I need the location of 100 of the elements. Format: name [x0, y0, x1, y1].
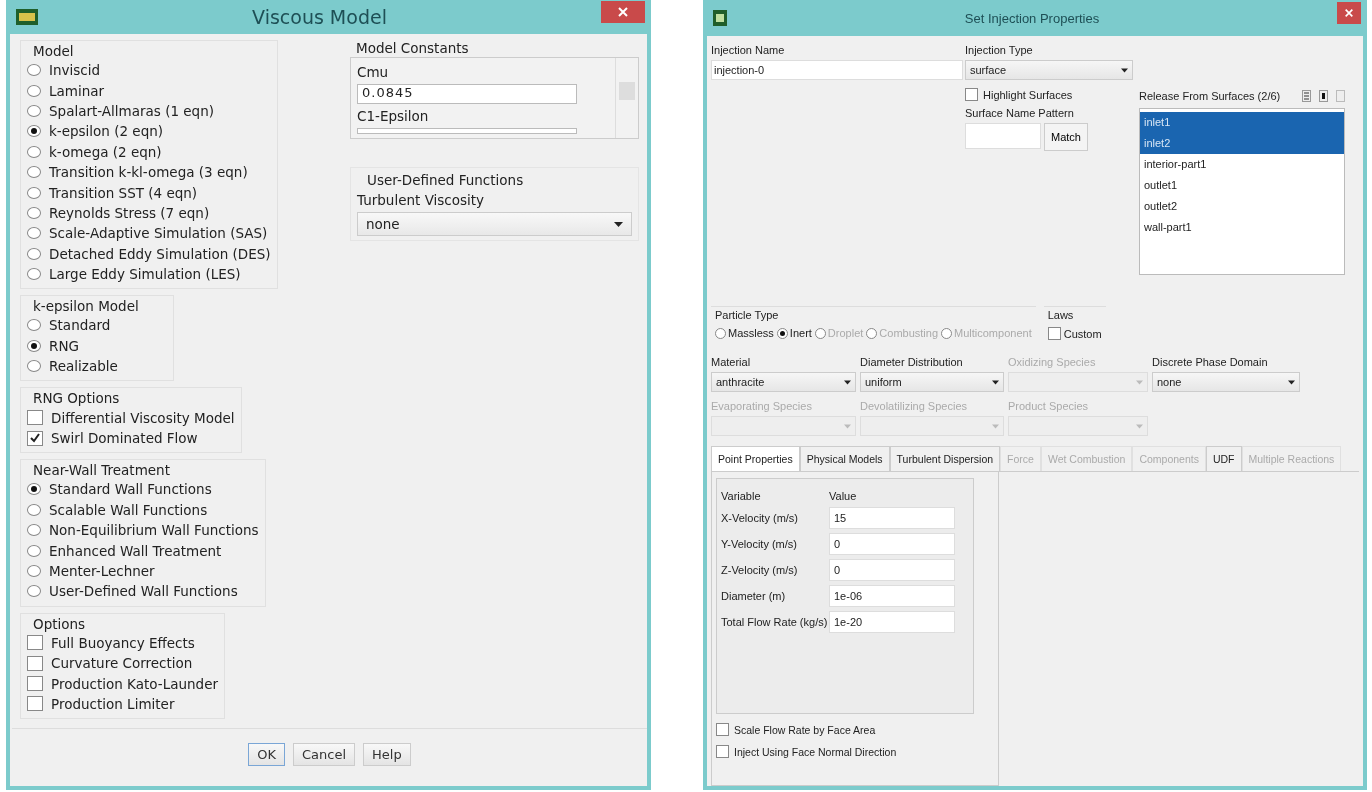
radio-button[interactable]	[27, 524, 41, 537]
option-label: Detached Eddy Simulation (DES)	[49, 245, 271, 262]
input-field[interactable]: 15	[829, 507, 955, 529]
radio-button[interactable]	[27, 227, 41, 240]
caret-icon	[614, 221, 623, 227]
option-label: Production Kato-Launder	[51, 675, 218, 692]
deselect-icon[interactable]	[1319, 90, 1328, 102]
caret-icon	[992, 423, 999, 429]
option-label: Standard Wall Functions	[49, 481, 212, 498]
select-all-icon[interactable]	[1302, 90, 1311, 102]
checkbox[interactable]	[1047, 327, 1061, 340]
dropdown[interactable]: surface	[965, 60, 1133, 80]
column-header: Value	[829, 490, 858, 502]
dropdown[interactable]: none	[357, 212, 632, 236]
input-field[interactable]: 0	[829, 559, 955, 581]
radio-button[interactable]	[27, 565, 41, 577]
option-label: Realizable	[49, 358, 118, 375]
field-label: Discrete Phase Domain	[1152, 356, 1269, 368]
field-label: Injection Type	[965, 44, 1034, 56]
radio-button[interactable]	[27, 166, 41, 179]
group-label: Model	[32, 43, 75, 60]
option-label: k-omega (2 eqn)	[49, 143, 162, 160]
radio-button[interactable]	[27, 145, 41, 158]
radio-button[interactable]	[27, 247, 41, 260]
radio-button[interactable]	[27, 585, 41, 598]
option-label: Multicomponent	[954, 327, 1032, 339]
close-button[interactable]	[601, 1, 645, 23]
checkbox[interactable]	[716, 745, 729, 758]
radio-button[interactable]	[27, 125, 41, 138]
column-header: Variable	[721, 490, 762, 502]
radio-button[interactable]	[27, 483, 41, 496]
input-field[interactable]: 0	[829, 533, 955, 555]
radio-button[interactable]	[776, 327, 788, 339]
option-label: User-Defined Wall Functions	[49, 583, 238, 600]
property-label: Total Flow Rate (kg/s)	[721, 616, 829, 628]
group-label: Particle Type	[715, 309, 780, 321]
field-label: Turbulent Viscosity	[357, 191, 486, 210]
checkbox[interactable]	[27, 676, 43, 692]
list-item[interactable]: interior-part1	[1140, 154, 1344, 175]
checkbox[interactable]	[27, 655, 43, 671]
checkbox[interactable]	[965, 88, 978, 101]
radio-button[interactable]	[27, 319, 41, 332]
radio-button[interactable]	[27, 503, 41, 516]
list-item[interactable]: wall-part1	[1140, 217, 1344, 238]
list-item[interactable]: outlet2	[1140, 196, 1344, 217]
radio-button[interactable]	[27, 268, 41, 281]
tab[interactable]: UDF	[1205, 446, 1242, 471]
option-label: Inject Using Face Normal Direction	[734, 745, 897, 758]
radio-button[interactable]	[27, 206, 41, 219]
input-field[interactable]	[965, 123, 1041, 149]
list-item[interactable]: outlet1	[1140, 175, 1344, 196]
checkbox[interactable]	[27, 635, 43, 651]
tab[interactable]: Physical Models	[799, 446, 890, 471]
input-field[interactable]: 0.0845	[357, 84, 577, 104]
option-label: Enhanced Wall Treatment	[49, 542, 222, 559]
app-icon	[713, 10, 727, 26]
option-label: Combusting	[879, 327, 939, 339]
tab[interactable]: Turbulent Dispersion	[889, 446, 1001, 471]
option-label: Menter-Lechner	[49, 563, 155, 579]
radio-button[interactable]	[27, 339, 41, 352]
radio-button[interactable]	[27, 186, 41, 199]
dialog-button[interactable]: Help	[363, 743, 411, 766]
option-label: Highlight Surfaces	[983, 88, 1073, 101]
checkbox[interactable]	[27, 696, 43, 712]
input-field[interactable]: 1e-06	[829, 585, 955, 607]
match-button[interactable]: Match	[1044, 123, 1088, 151]
radio-button[interactable]	[27, 544, 41, 557]
group-label: RNG Options	[32, 390, 121, 408]
close-icon	[1344, 8, 1354, 18]
dropdown[interactable]: uniform	[860, 372, 1004, 392]
option-label: Large Eddy Simulation (LES)	[49, 266, 241, 283]
input-field[interactable]	[357, 128, 577, 134]
checkbox[interactable]	[27, 430, 43, 446]
list-item[interactable]: inlet1	[1140, 112, 1344, 133]
list-icon[interactable]	[1336, 90, 1345, 102]
dropdown[interactable]: none	[1152, 372, 1300, 392]
radio-button[interactable]	[27, 84, 41, 97]
input-field[interactable]: 1e-20	[829, 611, 955, 633]
checkbox[interactable]	[716, 723, 729, 736]
radio-button[interactable]	[27, 104, 41, 117]
group-label: User-Defined Functions	[366, 172, 525, 188]
field-label: Surface Name Pattern	[965, 107, 1075, 119]
checkbox[interactable]	[27, 410, 43, 426]
window-title: Set Injection Properties	[963, 10, 1101, 26]
caret-icon	[1288, 379, 1295, 385]
radio-button[interactable]	[27, 360, 41, 373]
group-label: Laws	[1047, 309, 1075, 321]
list-item[interactable]: inlet2	[1140, 133, 1344, 154]
scrollbar[interactable]	[615, 58, 638, 138]
input-field[interactable]: injection-0	[711, 60, 963, 80]
option-label: RNG	[49, 337, 79, 354]
dialog-button[interactable]: OK	[248, 743, 286, 766]
dropdown[interactable]: anthracite	[711, 372, 856, 392]
close-button[interactable]	[1337, 2, 1361, 24]
radio-button[interactable]	[27, 64, 41, 77]
radio-button[interactable]	[715, 327, 726, 339]
dialog-button[interactable]: Cancel	[293, 743, 356, 766]
tab[interactable]: Point Properties	[711, 446, 800, 471]
caret-icon	[1136, 379, 1143, 385]
group-label: Options	[32, 615, 87, 633]
